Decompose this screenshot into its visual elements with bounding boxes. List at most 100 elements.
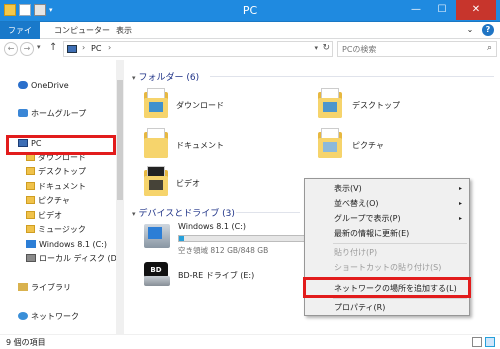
menu-item-refresh[interactable]: 最新の情報に更新(E) xyxy=(306,226,468,241)
group-title-drives[interactable]: ▾ デバイスとドライブ (3) xyxy=(132,206,235,219)
music-folder-icon xyxy=(26,225,35,233)
drive-usage-fill xyxy=(179,236,185,241)
nav-item-label: Windows 8.1 (C:) xyxy=(39,240,108,249)
drive-free-space: 空き領域 812 GB/848 GB xyxy=(178,246,269,255)
chevron-right-icon[interactable]: › xyxy=(82,43,85,52)
nav-item-label: ローカル ディスク (D:) xyxy=(39,254,123,263)
folder-label-downloads[interactable]: ダウンロード xyxy=(176,100,224,111)
back-button[interactable]: ← xyxy=(4,42,18,56)
tab-file[interactable]: ファイル xyxy=(0,22,40,52)
ribbon-tabs: ファイル コンピューター 表示 ⌄ ? xyxy=(0,22,500,52)
nav-item-label: ライブラリ xyxy=(31,283,71,292)
breadcrumb[interactable]: PC xyxy=(91,44,101,53)
details-view-icon[interactable] xyxy=(472,337,482,347)
menu-item-group-by[interactable]: グループで表示(P) ▸ xyxy=(306,211,468,226)
drive-name-e[interactable]: BD-RE ドライブ (E:) xyxy=(178,270,254,281)
maximize-button[interactable]: ☐ xyxy=(430,0,454,20)
nav-item-music[interactable]: ミュージック xyxy=(26,224,86,236)
pictures-folder-icon[interactable] xyxy=(318,128,342,158)
nav-item-label: デスクトップ xyxy=(38,167,86,176)
scrollbar-thumb[interactable] xyxy=(117,80,123,200)
folder-label-pictures[interactable]: ピクチャ xyxy=(352,140,384,151)
search-icon[interactable]: ⌕ xyxy=(487,43,492,53)
menu-separator xyxy=(333,298,467,299)
nav-item-label: ホームグループ xyxy=(31,109,87,118)
add-network-location-highlight-box xyxy=(303,277,471,298)
nav-item-libraries[interactable]: ライブラリ xyxy=(18,282,71,294)
up-button[interactable]: ↑ xyxy=(49,42,57,53)
nav-item-drive-d[interactable]: ローカル ディスク (D:) xyxy=(26,253,123,265)
desktop-folder-icon[interactable] xyxy=(318,88,342,118)
chevron-down-icon[interactable]: ⌄ xyxy=(464,24,476,36)
tab-view[interactable]: 表示 xyxy=(110,22,138,39)
drive-name-c[interactable]: Windows 8.1 (C:) xyxy=(178,222,246,231)
desktop-folder-icon xyxy=(26,167,35,175)
nav-item-homegroup[interactable]: ホームグループ xyxy=(18,108,86,120)
menu-item-label: グループで表示(P) xyxy=(334,214,401,223)
folder-label-videos[interactable]: ビデオ xyxy=(176,178,200,189)
nav-item-network[interactable]: ネットワーク xyxy=(18,311,79,323)
folder-label-documents[interactable]: ドキュメント xyxy=(176,140,224,151)
nav-scrollbar[interactable] xyxy=(116,60,124,334)
libraries-icon xyxy=(18,283,28,291)
pc-icon xyxy=(67,45,77,53)
nav-item-videos[interactable]: ビデオ xyxy=(26,210,62,222)
search-box[interactable]: ⌕ xyxy=(337,41,497,57)
group-title-text: フォルダー (6) xyxy=(138,73,200,83)
documents-folder-icon xyxy=(26,182,35,190)
nav-item-desktop[interactable]: デスクトップ xyxy=(26,166,86,178)
videos-folder-icon[interactable] xyxy=(144,166,168,196)
menu-item-label: 表示(V) xyxy=(334,184,362,193)
homegroup-icon xyxy=(18,109,28,117)
nav-item-drive-c[interactable]: Windows 8.1 (C:) xyxy=(26,239,107,251)
nav-item-label: OneDrive xyxy=(31,81,69,90)
help-icon[interactable]: ? xyxy=(482,24,494,36)
submenu-arrow-icon: ▸ xyxy=(458,185,462,192)
tab-computer[interactable]: コンピューター xyxy=(48,22,116,39)
menu-item-paste-shortcut[interactable]: ショートカットの貼り付け(S) xyxy=(306,260,468,275)
chevron-down-icon[interactable]: ▾ xyxy=(314,44,318,52)
recent-locations-icon[interactable]: ▾ xyxy=(37,43,41,51)
search-input[interactable] xyxy=(342,43,472,55)
menu-item-sort[interactable]: 並べ替え(O) ▸ xyxy=(306,196,468,211)
large-icons-view-icon[interactable] xyxy=(485,337,495,347)
pictures-folder-icon xyxy=(26,196,35,204)
nav-item-pictures[interactable]: ピクチャ xyxy=(26,195,70,207)
menu-item-paste[interactable]: 貼り付け(P) xyxy=(306,245,468,260)
nav-item-label: ネットワーク xyxy=(31,312,79,321)
menu-item-view[interactable]: 表示(V) ▸ xyxy=(306,181,468,196)
item-count: 9 個の項目 xyxy=(6,338,46,347)
documents-folder-icon[interactable] xyxy=(144,128,168,158)
nav-item-onedrive[interactable]: OneDrive xyxy=(18,80,69,92)
status-bar: 9 個の項目 xyxy=(0,334,500,349)
nav-item-label: ミュージック xyxy=(38,225,86,234)
forward-button[interactable]: → xyxy=(20,42,34,56)
minimize-button[interactable]: — xyxy=(404,0,428,20)
windows-drive-icon[interactable] xyxy=(144,224,170,248)
address-bar[interactable]: › PC › ▾ ↻ xyxy=(63,41,333,57)
refresh-icon[interactable]: ↻ xyxy=(322,43,330,53)
chevron-down-icon[interactable]: ▾ xyxy=(132,210,136,218)
windows-drive-icon xyxy=(26,240,36,248)
nav-item-documents[interactable]: ドキュメント xyxy=(26,181,86,193)
menu-item-properties[interactable]: プロパティ(R) xyxy=(306,300,468,315)
close-button[interactable]: ✕ xyxy=(456,0,496,20)
submenu-arrow-icon: ▸ xyxy=(458,215,462,222)
videos-folder-icon xyxy=(26,211,35,219)
cloud-icon xyxy=(18,81,28,89)
submenu-arrow-icon: ▸ xyxy=(458,200,462,207)
chevron-down-icon[interactable]: ▾ xyxy=(132,74,136,82)
group-title-folders[interactable]: ▾ フォルダー (6) xyxy=(132,70,199,83)
network-icon xyxy=(18,312,28,320)
group-divider xyxy=(210,76,494,77)
group-divider xyxy=(236,212,300,213)
menu-separator xyxy=(333,243,467,244)
pc-highlight-box xyxy=(6,135,116,155)
nav-item-label: ピクチャ xyxy=(38,196,70,205)
folder-label-desktop[interactable]: デスクトップ xyxy=(352,100,400,111)
menu-item-label: 並べ替え(O) xyxy=(334,199,379,208)
nav-item-label: ドキュメント xyxy=(38,182,86,191)
bd-drive-icon[interactable]: BD xyxy=(144,262,170,286)
downloads-folder-icon[interactable] xyxy=(144,88,168,118)
chevron-right-icon[interactable]: › xyxy=(108,43,111,52)
